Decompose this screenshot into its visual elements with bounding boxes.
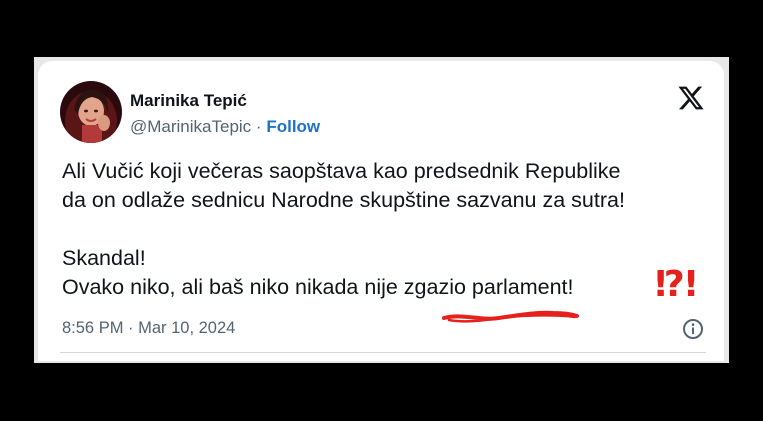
- tweet-line-break: [62, 215, 712, 244]
- author-name[interactable]: Marinika Tepić: [130, 91, 247, 111]
- author-handle-row: @MarinikaTepic · Follow: [130, 117, 320, 137]
- tweet-line: da on odlaže sednicu Narodne skupštine s…: [62, 188, 625, 212]
- divider: [60, 352, 706, 353]
- avatar[interactable]: [60, 81, 122, 143]
- follow-button[interactable]: Follow: [266, 117, 320, 136]
- x-logo-icon[interactable]: [677, 84, 705, 112]
- tweet-line: Ovako niko, ali baš niko nikada nije zga…: [62, 275, 574, 299]
- interrobang-emoji: ⁉!: [655, 264, 699, 305]
- tweet-text: Ali Vučić koji večeras saopštava kao pre…: [62, 157, 712, 302]
- tweet-line: Ali Vučić koji večeras saopštava kao pre…: [62, 159, 621, 183]
- tweet-embed-frame: Marinika Tepić @MarinikaTepic · Follow A…: [34, 57, 729, 363]
- author-handle[interactable]: @MarinikaTepic: [130, 117, 251, 136]
- tweet-line: Skandal!: [62, 246, 146, 270]
- tweet-timestamp[interactable]: 8:56 PM · Mar 10, 2024: [62, 319, 235, 338]
- info-icon[interactable]: [681, 317, 705, 341]
- handle-separator: ·: [255, 117, 262, 136]
- red-underline-annotation: [441, 305, 581, 334]
- tweet-card: Marinika Tepić @MarinikaTepic · Follow A…: [38, 61, 724, 361]
